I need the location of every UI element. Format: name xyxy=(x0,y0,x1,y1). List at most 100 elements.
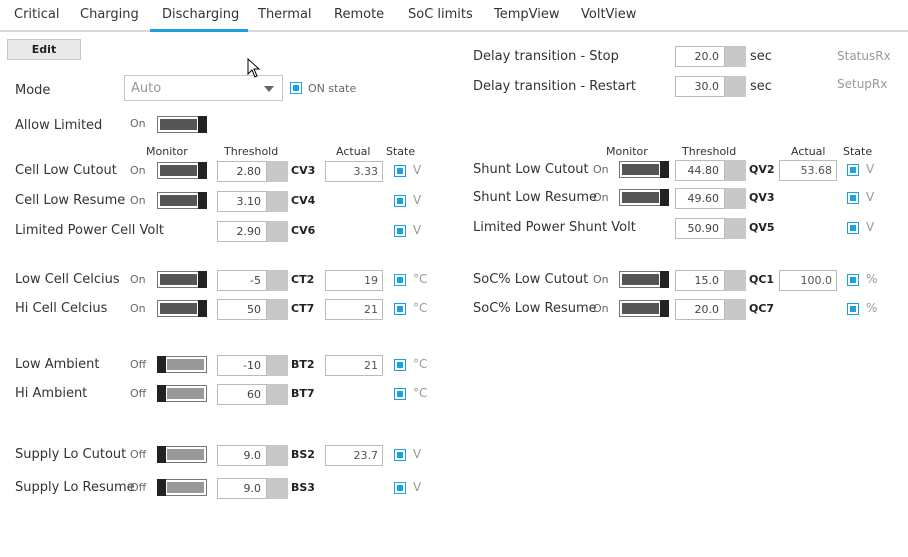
row-threshold-spinner-bs3[interactable] xyxy=(267,478,288,499)
row-threshold-input-bs3[interactable]: 9.0 xyxy=(217,478,288,499)
row-monitor-toggle-cv4[interactable] xyxy=(157,192,207,209)
mode-label: Mode xyxy=(15,83,51,98)
row-threshold-input-ct7[interactable]: 50 xyxy=(217,299,288,320)
row-threshold-spinner-qv3[interactable] xyxy=(725,188,746,209)
row-threshold-input-cv6[interactable]: 2.90 xyxy=(217,221,288,242)
delay-restart-spinner[interactable] xyxy=(725,76,746,97)
row-state-checkbox-qv3[interactable] xyxy=(847,192,859,204)
row-state-checkbox-bs2[interactable] xyxy=(394,449,406,461)
row-threshold-value-bs2: 9.0 xyxy=(243,449,262,462)
row-unit-cv3: V xyxy=(413,163,422,177)
tab-remote[interactable]: Remote xyxy=(334,7,384,22)
row-state-checkbox-cv4[interactable] xyxy=(394,195,406,207)
row-monitor-toggle-qc1[interactable] xyxy=(619,271,669,288)
tab-discharging[interactable]: Discharging xyxy=(162,7,239,22)
row-threshold-value-cv4: 3.10 xyxy=(236,195,262,208)
row-threshold-spinner-cv6[interactable] xyxy=(267,221,288,242)
row-unit-ct2: °C xyxy=(413,272,428,286)
row-label-qv5: Limited Power Shunt Volt xyxy=(473,220,636,235)
row-threshold-value-ct2: -5 xyxy=(250,274,261,287)
row-threshold-value-qc7: 20.0 xyxy=(694,303,720,316)
tab-critical[interactable]: Critical xyxy=(14,7,59,22)
row-monitor-toggle-bt7[interactable] xyxy=(157,385,207,402)
row-threshold-input-bt7[interactable]: 60 xyxy=(217,384,288,405)
row-threshold-value-bs3: 9.0 xyxy=(243,482,262,495)
row-state-checkbox-bt7[interactable] xyxy=(394,388,406,400)
row-state-checkbox-qc1[interactable] xyxy=(847,274,859,286)
mouse-cursor-icon xyxy=(247,58,261,78)
row-monitor-toggle-ct7[interactable] xyxy=(157,300,207,317)
row-monitor-state-bs3: Off xyxy=(130,481,147,494)
row-monitor-toggle-qv2[interactable] xyxy=(619,161,669,178)
row-threshold-input-ct2[interactable]: -5 xyxy=(217,270,288,291)
row-monitor-toggle-ct2[interactable] xyxy=(157,271,207,288)
edit-button[interactable]: Edit xyxy=(7,39,81,60)
allow-limited-toggle[interactable] xyxy=(157,116,207,133)
row-state-checkbox-qv5[interactable] xyxy=(847,222,859,234)
row-label-qc1: SoC% Low Cutout xyxy=(473,272,589,287)
row-state-checkbox-bt2[interactable] xyxy=(394,359,406,371)
row-threshold-input-cv3[interactable]: 2.80 xyxy=(217,161,288,182)
row-label-ct2: Low Cell Celcius xyxy=(15,272,120,287)
row-threshold-spinner-qc1[interactable] xyxy=(725,270,746,291)
row-threshold-spinner-ct7[interactable] xyxy=(267,299,288,320)
row-threshold-input-qc1[interactable]: 15.0 xyxy=(675,270,746,291)
delay-stop-spinner[interactable] xyxy=(725,46,746,67)
row-state-checkbox-bs3[interactable] xyxy=(394,482,406,494)
row-actual-value-cv3: 3.33 xyxy=(353,165,379,178)
row-monitor-state-bt2: Off xyxy=(130,358,147,371)
row-monitor-toggle-bs3[interactable] xyxy=(157,479,207,496)
row-state-checkbox-qv2[interactable] xyxy=(847,164,859,176)
left-header-actual: Actual xyxy=(336,145,371,158)
row-state-checkbox-ct2[interactable] xyxy=(394,274,406,286)
row-threshold-input-qv2[interactable]: 44.80 xyxy=(675,160,746,181)
tab-tempview[interactable]: TempView xyxy=(494,7,560,22)
row-threshold-spinner-bt7[interactable] xyxy=(267,384,288,405)
row-threshold-input-qv3[interactable]: 49.60 xyxy=(675,188,746,209)
row-monitor-toggle-bs2[interactable] xyxy=(157,446,207,463)
tab-thermal[interactable]: Thermal xyxy=(258,7,312,22)
delay-stop-label: Delay transition - Stop xyxy=(473,49,619,64)
row-unit-qc7: % xyxy=(866,301,878,315)
tab-voltview[interactable]: VoltView xyxy=(581,7,636,22)
row-monitor-toggle-qv3[interactable] xyxy=(619,189,669,206)
row-state-checkbox-ct7[interactable] xyxy=(394,303,406,315)
row-monitor-toggle-cv3[interactable] xyxy=(157,162,207,179)
tab-soc-limits[interactable]: SoC limits xyxy=(408,7,473,22)
row-monitor-toggle-bt2[interactable] xyxy=(157,356,207,373)
row-threshold-input-qv5[interactable]: 50.90 xyxy=(675,218,746,239)
row-unit-qv5: V xyxy=(866,220,875,234)
tab-charging[interactable]: Charging xyxy=(80,7,139,22)
row-threshold-input-bs2[interactable]: 9.0 xyxy=(217,445,288,466)
mode-select[interactable]: Auto xyxy=(124,75,283,101)
row-threshold-spinner-bs2[interactable] xyxy=(267,445,288,466)
row-state-checkbox-qc7[interactable] xyxy=(847,303,859,315)
row-state-checkbox-cv3[interactable] xyxy=(394,165,406,177)
delay-restart-input[interactable]: 30.0 xyxy=(675,76,746,97)
row-label-qv3: Shunt Low Resume xyxy=(473,190,598,205)
row-threshold-spinner-ct2[interactable] xyxy=(267,270,288,291)
row-unit-bs2: V xyxy=(413,447,422,461)
right-header-state: State xyxy=(843,145,873,158)
allow-limited-label: Allow Limited xyxy=(15,118,103,133)
row-threshold-spinner-bt2[interactable] xyxy=(267,355,288,376)
row-unit-qv2: V xyxy=(866,162,875,176)
row-threshold-spinner-qv2[interactable] xyxy=(725,160,746,181)
row-threshold-spinner-qv5[interactable] xyxy=(725,218,746,239)
row-threshold-input-bt2[interactable]: -10 xyxy=(217,355,288,376)
row-monitor-state-ct7: On xyxy=(130,302,146,315)
on-state-checkbox[interactable] xyxy=(290,82,302,94)
row-unit-qc1: % xyxy=(866,272,878,286)
row-threshold-spinner-cv4[interactable] xyxy=(267,191,288,212)
row-threshold-input-qc7[interactable]: 20.0 xyxy=(675,299,746,320)
row-threshold-spinner-qc7[interactable] xyxy=(725,299,746,320)
row-threshold-spinner-cv3[interactable] xyxy=(267,161,288,182)
tab-bar: Critical Charging Discharging Thermal Re… xyxy=(0,0,908,32)
delay-stop-input[interactable]: 20.0 xyxy=(675,46,746,67)
row-state-checkbox-cv6[interactable] xyxy=(394,225,406,237)
row-threshold-value-bt7: 60 xyxy=(247,388,261,401)
row-threshold-input-cv4[interactable]: 3.10 xyxy=(217,191,288,212)
row-monitor-toggle-qc7[interactable] xyxy=(619,300,669,317)
row-code-qv5: QV5 xyxy=(749,221,775,234)
row-code-qv2: QV2 xyxy=(749,163,775,176)
